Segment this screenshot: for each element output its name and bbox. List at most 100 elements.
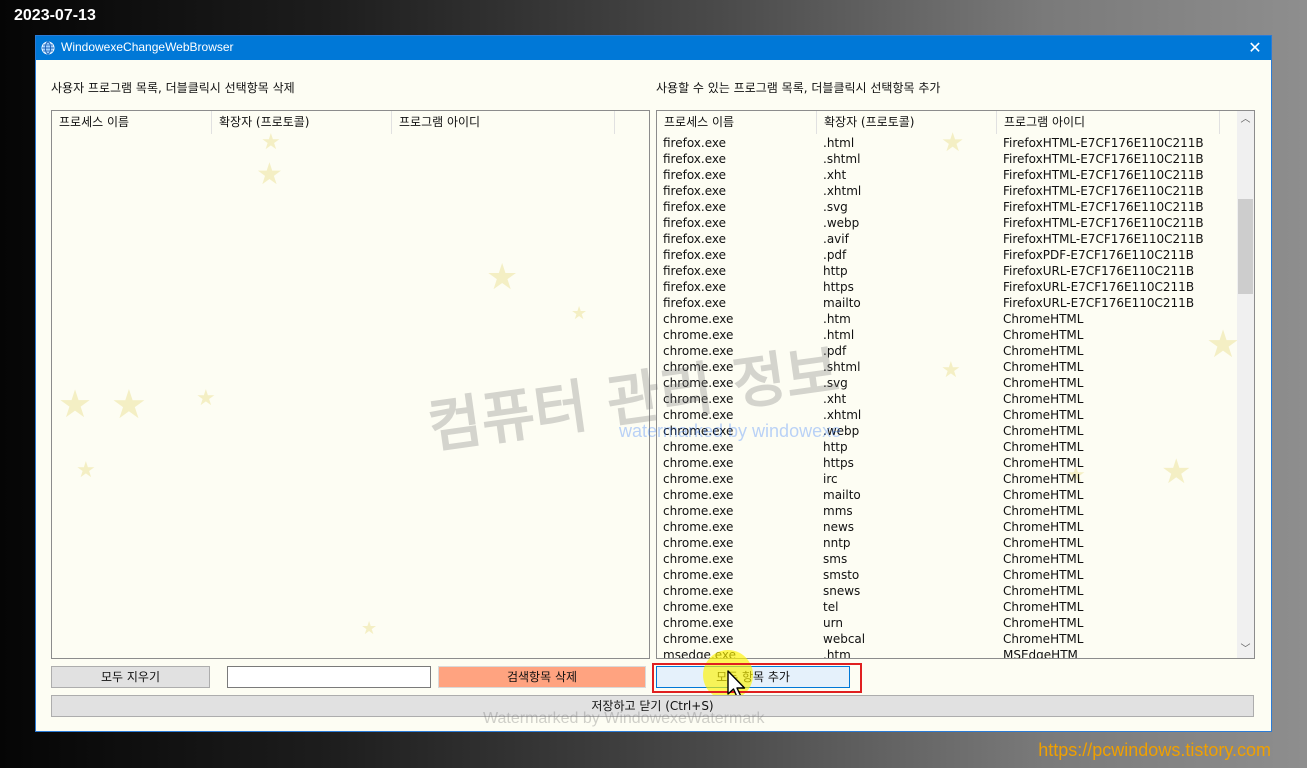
user-program-list[interactable]: 프로세스 이름 확장자 (프로토콜) 프로그램 아이디 — [51, 110, 650, 659]
search-input[interactable] — [227, 666, 431, 688]
list-row[interactable]: chrome.exe .pdf ChromeHTML — [657, 343, 1220, 359]
cell-program-id: MSEdgeHTM — [1003, 648, 1078, 659]
list-row[interactable]: chrome.exe news ChromeHTML — [657, 519, 1220, 535]
cell-process: chrome.exe — [663, 344, 734, 358]
list-row[interactable]: msedge.exe .htm MSEdgeHTM — [657, 647, 1220, 659]
cell-process: firefox.exe — [663, 136, 727, 150]
cell-process: chrome.exe — [663, 616, 734, 630]
list-row[interactable]: chrome.exe urn ChromeHTML — [657, 615, 1220, 631]
list-row[interactable]: chrome.exe snews ChromeHTML — [657, 583, 1220, 599]
cell-program-id: ChromeHTML — [1003, 552, 1084, 566]
list-header: 프로세스 이름 확장자 (프로토콜) 프로그램 아이디 — [657, 111, 1220, 134]
cell-process: firefox.exe — [663, 296, 727, 310]
title-bar[interactable]: WindowexeChangeWebBrowser ✕ — [36, 36, 1271, 60]
list-row[interactable]: firefox.exe .html FirefoxHTML-E7CF176E110C… — [657, 135, 1220, 151]
list-row[interactable]: chrome.exe sms ChromeHTML — [657, 551, 1220, 567]
cell-process: chrome.exe — [663, 600, 734, 614]
cell-process: msedge.exe — [663, 648, 737, 659]
list-row[interactable]: chrome.exe mms ChromeHTML — [657, 503, 1220, 519]
cell-program-id: ChromeHTML — [1003, 440, 1084, 454]
list-row[interactable]: chrome.exe mailto ChromeHTML — [657, 487, 1220, 503]
cell-extension: .xhtml — [823, 408, 862, 422]
cell-program-id: FirefoxHTML-E7CF176E110C211B — [1003, 200, 1204, 214]
list-row[interactable]: firefox.exe .svg FirefoxHTML-E7CF176E110C2… — [657, 199, 1220, 215]
left-panel-label: 사용자 프로그램 목록, 더블클릭시 선택항목 삭제 — [51, 81, 295, 95]
cell-process: chrome.exe — [663, 520, 734, 534]
list-row[interactable]: chrome.exe https ChromeHTML — [657, 455, 1220, 471]
clear-all-button[interactable]: 모두 지우기 — [51, 666, 210, 688]
close-button[interactable]: ✕ — [1239, 36, 1271, 60]
list-row[interactable]: chrome.exe .webp ChromeHTML — [657, 423, 1220, 439]
cell-program-id: ChromeHTML — [1003, 312, 1084, 326]
scroll-down-icon[interactable]: ﹀ — [1237, 641, 1254, 658]
cell-extension: .shtml — [823, 152, 861, 166]
list-row[interactable]: chrome.exe .xhtml ChromeHTML — [657, 407, 1220, 423]
column-header-program-id[interactable]: 프로그램 아이디 — [997, 111, 1220, 134]
list-row[interactable]: firefox.exe https FirefoxURL-E7CF176E110C2… — [657, 279, 1220, 295]
list-body: firefox.exe .html FirefoxHTML-E7CF176E110C… — [657, 135, 1220, 659]
list-row[interactable]: chrome.exe tel ChromeHTML — [657, 599, 1220, 615]
right-panel-label: 사용할 수 있는 프로그램 목록, 더블클릭시 선택항목 추가 — [656, 81, 941, 95]
cell-program-id: ChromeHTML — [1003, 472, 1084, 486]
cell-process: chrome.exe — [663, 392, 734, 406]
list-row[interactable]: chrome.exe .svg ChromeHTML — [657, 375, 1220, 391]
list-row[interactable]: firefox.exe .webp FirefoxHTML-E7CF176E110C… — [657, 215, 1220, 231]
cell-process: chrome.exe — [663, 632, 734, 646]
list-row[interactable]: firefox.exe .xhtml FirefoxHTML-E7CF176E110… — [657, 183, 1220, 199]
cell-program-id: FirefoxURL-E7CF176E110C211B — [1003, 264, 1195, 278]
list-row[interactable]: chrome.exe nntp ChromeHTML — [657, 535, 1220, 551]
column-header-program-id[interactable]: 프로그램 아이디 — [392, 111, 615, 134]
list-row[interactable]: firefox.exe .avif FirefoxHTML-E7CF176E110C… — [657, 231, 1220, 247]
list-row[interactable]: firefox.exe mailto FirefoxURL-E7CF176E110C… — [657, 295, 1220, 311]
list-row[interactable]: chrome.exe .htm ChromeHTML — [657, 311, 1220, 327]
column-header-process[interactable]: 프로세스 이름 — [657, 111, 817, 134]
list-row[interactable]: chrome.exe webcal ChromeHTML — [657, 631, 1220, 647]
column-header-extension[interactable]: 확장자 (프로토콜) — [212, 111, 392, 134]
main-content: ★ ★ ★ ★ ★ ★ ★ ★ ★ ★ ★ ★ ★ ★ 사용자 프로그램 목록,… — [36, 60, 1271, 731]
list-row[interactable]: chrome.exe .html ChromeHTML — [657, 327, 1220, 343]
cell-program-id: ChromeHTML — [1003, 568, 1084, 582]
list-row[interactable]: firefox.exe http FirefoxURL-E7CF176E110C21… — [657, 263, 1220, 279]
globe-icon — [41, 41, 55, 55]
list-row[interactable]: chrome.exe http ChromeHTML — [657, 439, 1220, 455]
scroll-up-icon[interactable]: ︿ — [1237, 111, 1254, 128]
scroll-thumb[interactable] — [1238, 199, 1253, 294]
cell-extension: .xht — [823, 392, 847, 406]
cell-program-id: ChromeHTML — [1003, 424, 1084, 438]
list-row[interactable]: chrome.exe .xht ChromeHTML — [657, 391, 1220, 407]
cell-program-id: FirefoxHTML-E7CF176E110C211B — [1003, 152, 1204, 166]
cell-program-id: ChromeHTML — [1003, 536, 1084, 550]
cell-program-id: ChromeHTML — [1003, 408, 1084, 422]
list-row[interactable]: firefox.exe .shtml FirefoxHTML-E7CF176E110… — [657, 151, 1220, 167]
cell-process: chrome.exe — [663, 488, 734, 502]
list-row[interactable]: chrome.exe irc ChromeHTML — [657, 471, 1220, 487]
cell-program-id: ChromeHTML — [1003, 376, 1084, 390]
cell-extension: .html — [823, 136, 855, 150]
column-header-extension[interactable]: 확장자 (프로토콜) — [817, 111, 997, 134]
cell-process: chrome.exe — [663, 584, 734, 598]
cell-program-id: FirefoxURL-E7CF176E110C211B — [1003, 296, 1195, 310]
cell-extension: .html — [823, 328, 855, 342]
add-all-button[interactable]: 모두 항목 추가 — [656, 666, 850, 688]
list-row[interactable]: chrome.exe .shtml ChromeHTML — [657, 359, 1220, 375]
cell-process: firefox.exe — [663, 200, 727, 214]
cell-process: chrome.exe — [663, 360, 734, 374]
cell-extension: irc — [823, 472, 838, 486]
cell-program-id: ChromeHTML — [1003, 584, 1084, 598]
list-row[interactable]: firefox.exe .pdf FirefoxPDF-E7CF176E110C21… — [657, 247, 1220, 263]
cell-extension: .svg — [823, 200, 848, 214]
cell-process: firefox.exe — [663, 280, 727, 294]
list-row[interactable]: chrome.exe smsto ChromeHTML — [657, 567, 1220, 583]
cell-extension: mailto — [823, 488, 861, 502]
cell-program-id: ChromeHTML — [1003, 616, 1084, 630]
available-program-list[interactable]: 프로세스 이름 확장자 (프로토콜) 프로그램 아이디 firefox.exe.… — [656, 110, 1255, 659]
list-row[interactable]: firefox.exe .xht FirefoxHTML-E7CF176E110C2… — [657, 167, 1220, 183]
vertical-scrollbar[interactable]: ︿ ﹀ — [1237, 111, 1254, 658]
cell-extension: .xht — [823, 168, 847, 182]
cell-process: firefox.exe — [663, 152, 727, 166]
cell-process: firefox.exe — [663, 232, 727, 246]
column-header-process[interactable]: 프로세스 이름 — [52, 111, 212, 134]
delete-searched-button[interactable]: 검색항목 삭제 — [438, 666, 646, 688]
date-stamp: 2023-07-13 — [14, 7, 96, 24]
save-close-button[interactable]: 저장하고 닫기 (Ctrl+S) — [51, 695, 1254, 717]
